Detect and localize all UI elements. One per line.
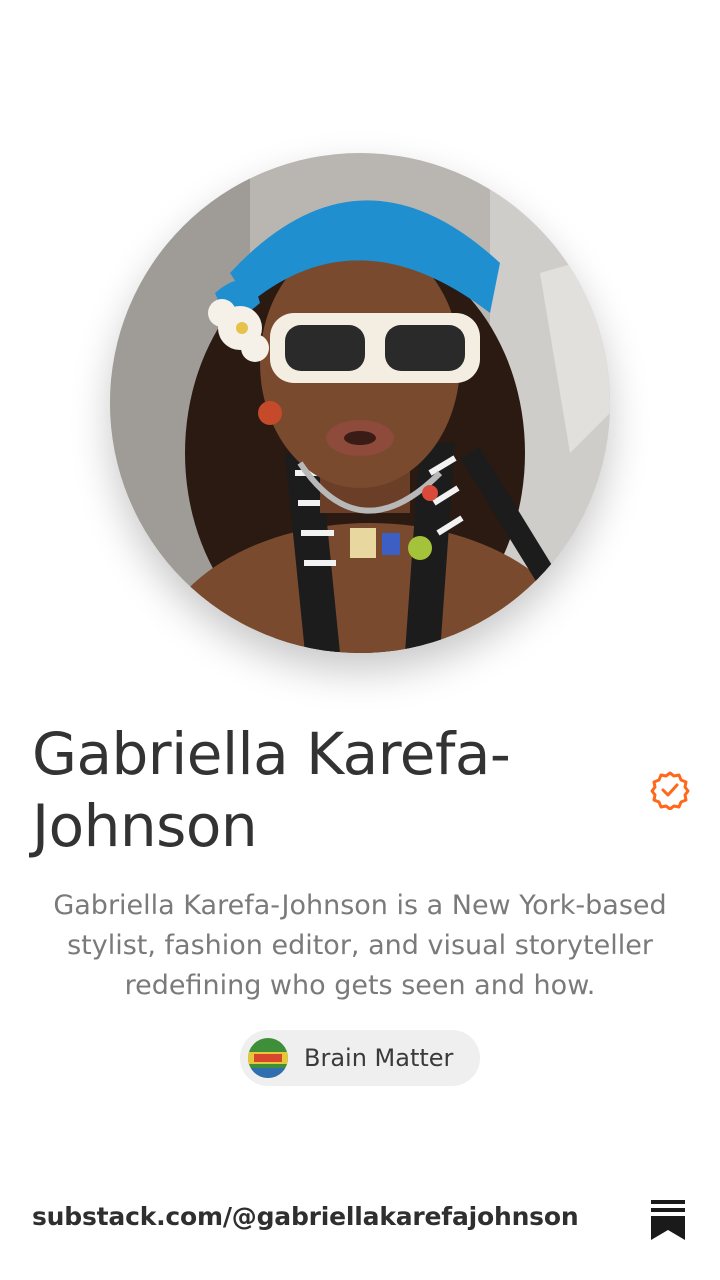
publication-name: Brain Matter: [304, 1044, 454, 1072]
verified-check-badge-icon: [650, 771, 690, 810]
publication-chip[interactable]: Brain Matter: [240, 1030, 480, 1086]
profile-avatar: [110, 153, 610, 653]
profile-photo: [110, 153, 610, 653]
profile-name: Gabriella Karefa-Johnson: [32, 720, 511, 860]
profile-url: substack.com/@gabriellakarefajohnson: [32, 1202, 579, 1231]
substack-bookmark-icon: [651, 1200, 685, 1240]
profile-bio: Gabriella Karefa-Johnson is a New York-b…: [53, 890, 667, 1001]
publication-logo-icon: [248, 1038, 288, 1078]
profile-page: Gabriella Karefa-Johnson Gabriella Karef…: [0, 0, 720, 1280]
